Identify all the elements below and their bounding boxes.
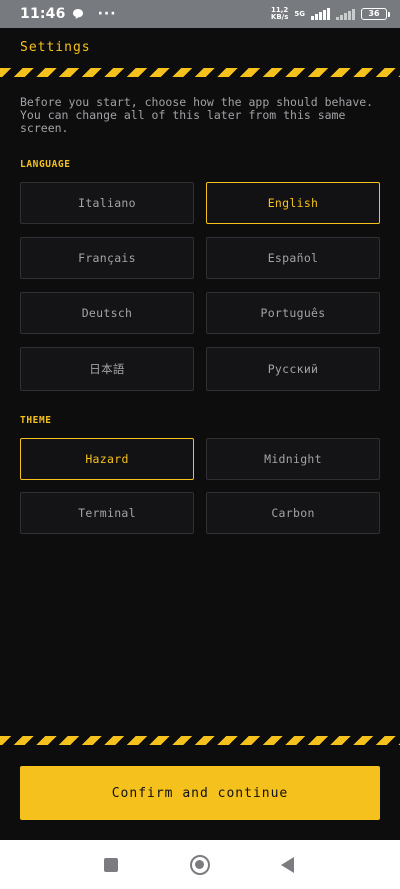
network-speed-unit: KB/s [270,13,289,21]
signal-secondary-icon [336,8,355,20]
theme-option-hazard[interactable]: Hazard [20,438,194,480]
theme-option-terminal[interactable]: Terminal [20,492,194,534]
language-option-espanol[interactable]: Español [206,237,380,279]
language-section-label: LANGUAGE [20,159,71,170]
chat-bubble-icon [72,9,83,19]
theme-option-carbon[interactable]: Carbon [206,492,380,534]
signal-icon [311,8,330,20]
intro-text: Before you start, choose how the app sho… [20,95,374,135]
hazard-stripe-bottom [0,736,400,745]
confirm-button[interactable]: Confirm and continue [20,766,380,820]
network-type: 5G [294,9,305,18]
language-options: Italiano English Français Español Deutsc… [20,182,380,391]
language-option-francais[interactable]: Français [20,237,194,279]
more-notifications-icon: ··· [97,6,117,22]
battery-icon: 36 [361,8,390,20]
network-speed: 11,2 KB/s [271,7,288,21]
theme-section-label: THEME [20,415,52,426]
language-option-english[interactable]: English [206,182,380,224]
square-icon[interactable] [104,857,118,872]
back-triangle-icon[interactable] [281,856,294,873]
home-circle-icon[interactable] [189,854,210,875]
language-option-italiano[interactable]: Italiano [20,182,194,224]
battery-level: 36 [361,8,387,20]
hazard-stripe-top [0,68,400,77]
status-time: 11:46 [20,6,66,22]
language-option-japanese[interactable]: 日本語 [20,347,194,391]
theme-option-midnight[interactable]: Midnight [206,438,380,480]
language-option-deutsch[interactable]: Deutsch [20,292,194,334]
status-bar: 11:46 ··· 11,2 KB/s 5G 36 [0,0,400,28]
language-option-portugues[interactable]: Português [206,292,380,334]
page-title: Settings [20,40,91,55]
system-nav-bar [0,840,400,889]
theme-options: Hazard Midnight Terminal Carbon [20,438,380,534]
language-option-russian[interactable]: Русский [206,347,380,391]
